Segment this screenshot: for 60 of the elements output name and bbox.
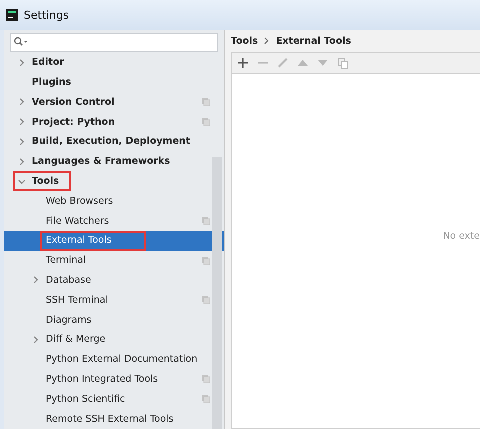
triangle-up-icon <box>298 59 308 67</box>
tree-item[interactable]: Python Scientific <box>4 389 224 410</box>
tree-item[interactable]: Remote SSH External Tools <box>4 409 224 429</box>
tree-item-label: Plugins <box>32 77 72 88</box>
tree-item-label: Diff & Merge <box>46 334 107 346</box>
app-logo-icon <box>6 9 18 21</box>
chevron-icon[interactable] <box>18 118 26 126</box>
tree-item[interactable]: Version Control <box>4 92 224 112</box>
tree-item-label: Terminal <box>46 255 88 266</box>
tree-item-label: Remote SSH External Tools <box>46 414 175 425</box>
empty-message: No exte <box>443 230 480 242</box>
tree-item-label: Python Integrated Tools <box>46 374 160 385</box>
tree-item[interactable]: Editor <box>4 52 224 73</box>
breadcrumb-item: External Tools <box>276 36 352 46</box>
tree-item-label: Version Control <box>32 96 116 108</box>
tree-item[interactable]: Terminal <box>4 250 224 271</box>
tree-item-label: Languages & Frameworks <box>32 156 172 168</box>
triangle-down-icon <box>318 59 328 67</box>
tree-item[interactable]: Project: Python <box>4 112 224 132</box>
chevron-icon[interactable] <box>18 98 26 106</box>
tree-item-label: Build, Execution, Deployment <box>32 136 192 148</box>
add-button[interactable] <box>236 56 250 70</box>
breadcrumb-item: Tools <box>231 36 258 46</box>
tree-item[interactable]: Diff & Merge <box>4 330 224 350</box>
tree-item-label: Database <box>46 274 92 286</box>
tree-item[interactable]: Web Browsers <box>4 191 224 212</box>
chevron-icon[interactable] <box>18 158 26 166</box>
copy-icon <box>338 58 348 68</box>
plus-icon <box>238 58 248 68</box>
window-title: Settings <box>24 8 70 22</box>
tree-item-label: Diagrams <box>46 314 93 326</box>
tree-item[interactable]: Database <box>4 270 224 290</box>
tree-item-label: Python External Documentation <box>46 354 199 366</box>
tree-item[interactable]: Languages & Frameworks <box>4 152 224 172</box>
tree-item-label: External Tools <box>46 235 113 246</box>
chevron-icon[interactable] <box>32 276 40 284</box>
tree-item[interactable]: Tools <box>4 172 224 192</box>
tree-item-label: SSH Terminal <box>46 294 110 306</box>
search-field[interactable] <box>10 33 218 52</box>
tree-item[interactable]: Plugins <box>4 72 224 92</box>
chevron-icon[interactable] <box>32 336 40 344</box>
chevron-icon[interactable] <box>18 178 26 186</box>
tree-item[interactable]: SSH Terminal <box>4 290 224 310</box>
chevron-icon[interactable] <box>18 138 26 146</box>
tree-item-label: Tools <box>32 176 60 187</box>
scrollbar[interactable] <box>212 157 222 429</box>
tree-item-label: File Watchers <box>46 216 110 227</box>
tree-item-label: Python Scientific <box>46 394 126 405</box>
tree-item-label: Web Browsers <box>46 196 114 207</box>
tree-item[interactable]: Build, Execution, Deployment <box>4 132 224 152</box>
tree-item-label: Editor <box>32 57 66 68</box>
pencil-icon <box>278 58 288 68</box>
tree-item[interactable]: Python External Documentation <box>4 350 224 370</box>
search-icon <box>14 37 28 48</box>
tree-item[interactable]: Diagrams <box>4 310 224 330</box>
tree-item[interactable]: File Watchers <box>4 211 224 231</box>
tree-item-label: Project: Python <box>32 116 116 128</box>
chevron-icon[interactable] <box>18 58 26 67</box>
chevron-icon <box>264 37 270 45</box>
tree-item[interactable]: Python Integrated Tools <box>4 370 224 390</box>
